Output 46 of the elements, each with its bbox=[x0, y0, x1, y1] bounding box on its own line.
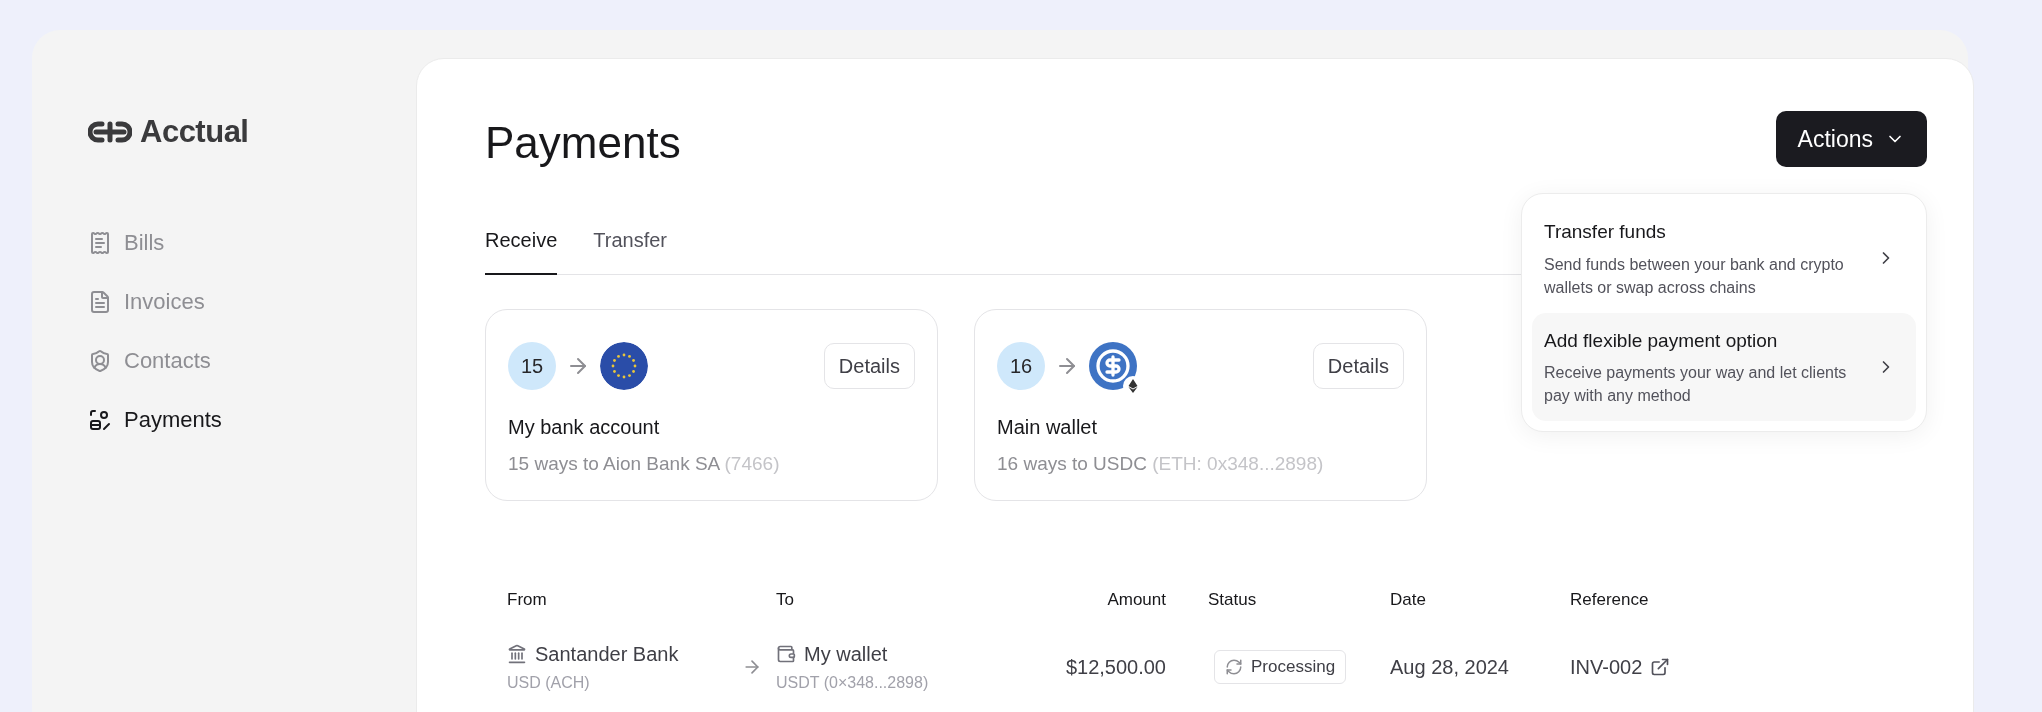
details-button[interactable]: Details bbox=[1312, 343, 1404, 389]
payments-icon bbox=[88, 407, 112, 432]
bank-icon bbox=[507, 643, 527, 664]
menu-item-title: Transfer funds bbox=[1544, 220, 1667, 244]
account-detail: (7466) bbox=[724, 453, 780, 474]
eu-flag-icon bbox=[600, 342, 648, 390]
table-cell-text: Santander Bank bbox=[535, 641, 679, 667]
reference-link[interactable]: INV-002 bbox=[1570, 651, 1770, 682]
status-badge: Processing bbox=[1214, 649, 1347, 684]
document-icon bbox=[88, 289, 112, 314]
account-name: Main wallet bbox=[997, 415, 1099, 440]
table-cell-text: $12,500.00 bbox=[1064, 654, 1166, 680]
menu-item-description: Receive payments your way and let clients pay with any method bbox=[1544, 363, 1848, 406]
account-subtitle: 15 ways to Aion Bank SA bbox=[508, 453, 720, 474]
page-title: Payments bbox=[485, 117, 681, 169]
tab[interactable]: Transfer bbox=[593, 225, 667, 275]
count-badge: 15 bbox=[508, 342, 556, 390]
menu-item[interactable]: Transfer funds Send funds between your bank and crypto wallets or swap across chains bbox=[1532, 204, 1916, 313]
receipt-icon bbox=[88, 230, 112, 255]
column-header: Reference bbox=[1570, 589, 1650, 611]
column-header: Status bbox=[1207, 589, 1258, 611]
count-badge: 16 bbox=[997, 342, 1045, 390]
table-cell-text: Aug 28, 2024 bbox=[1390, 654, 1510, 680]
table-cell-text: My wallet bbox=[804, 641, 888, 667]
brand-name: Acctual bbox=[140, 116, 249, 147]
column-header: To bbox=[776, 589, 795, 611]
menu-item-description: Send funds between your bank and crypto wallets or swap across chains bbox=[1544, 254, 1845, 298]
table-cell-text: USDT (0×348...2898) bbox=[776, 672, 930, 693]
actions-button[interactable]: Actions bbox=[1775, 111, 1927, 167]
account-name: My bank account bbox=[508, 415, 661, 440]
details-button[interactable]: Details bbox=[823, 343, 915, 389]
table-cell-text: USD (ACH) bbox=[507, 672, 591, 693]
tab[interactable]: Receive bbox=[485, 225, 558, 275]
column-header: Amount bbox=[1106, 589, 1166, 611]
column-header: Date bbox=[1390, 589, 1427, 611]
sidebar-item[interactable]: Payments bbox=[88, 402, 416, 437]
menu-item[interactable]: Add flexible payment option Receive payments your way and let clients pay with any method bbox=[1532, 312, 1916, 421]
logo-icon bbox=[88, 119, 132, 144]
shield-user-icon bbox=[88, 348, 112, 373]
wallet-icon bbox=[776, 643, 796, 664]
external-link-icon bbox=[1650, 656, 1671, 677]
account-detail: (ETH: 0x348...2898) bbox=[1152, 453, 1324, 474]
menu-item-title: Add flexible payment option bbox=[1544, 328, 1779, 353]
refresh-icon bbox=[1225, 657, 1243, 676]
column-header: From bbox=[507, 589, 548, 611]
account-subtitle: 16 ways to USDC bbox=[997, 453, 1147, 474]
